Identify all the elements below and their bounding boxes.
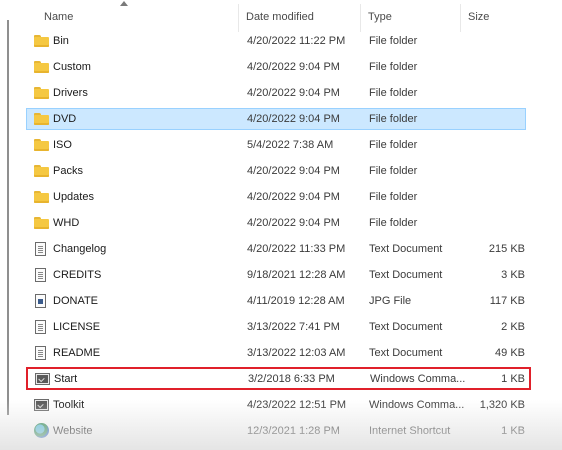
folder-icon: [34, 86, 49, 100]
folder-icon: [34, 216, 49, 230]
column-header-name[interactable]: Name: [44, 11, 73, 23]
file-row-updates[interactable]: Updates 4/20/2022 9:04 PM File folder: [26, 186, 526, 208]
file-type: File folder: [369, 113, 418, 125]
text-document-icon: [35, 242, 46, 256]
file-row-drivers[interactable]: Drivers 4/20/2022 9:04 PM File folder: [26, 82, 526, 104]
file-type: JPG File: [369, 295, 412, 307]
file-size: 1 KB: [501, 425, 525, 437]
file-name: ISO: [53, 139, 72, 151]
file-size: 2 KB: [501, 321, 525, 333]
file-name: Custom: [53, 61, 91, 73]
web-shortcut-icon: [34, 423, 49, 438]
file-row-iso[interactable]: ISO 5/4/2022 7:38 AM File folder: [26, 134, 526, 156]
column-header-type[interactable]: Type: [368, 11, 392, 23]
file-name: CREDITS: [53, 269, 102, 281]
file-type: Internet Shortcut: [369, 425, 451, 437]
file-type: File folder: [369, 191, 418, 203]
file-type: Text Document: [369, 269, 443, 281]
file-row-custom[interactable]: Custom 4/20/2022 9:04 PM File folder: [26, 56, 526, 78]
file-row-start[interactable]: Start 3/2/2018 6:33 PM Windows Comma... …: [26, 367, 531, 390]
file-row-website[interactable]: Website 12/3/2021 1:28 PM Internet Short…: [26, 420, 526, 442]
file-name: Updates: [53, 191, 94, 203]
file-date-modified: 4/20/2022 9:04 PM: [247, 191, 340, 203]
file-name: Website: [53, 425, 93, 437]
file-type: Text Document: [369, 321, 443, 333]
file-size: 1,320 KB: [479, 399, 525, 411]
sort-ascending-icon: [120, 1, 128, 6]
text-document-icon: [35, 320, 46, 334]
folder-icon: [34, 190, 49, 204]
file-type: File folder: [369, 165, 418, 177]
file-date-modified: 4/20/2022 9:04 PM: [247, 87, 340, 99]
file-name: WHD: [53, 217, 80, 229]
file-row-license[interactable]: LICENSE 3/13/2022 7:41 PM Text Document …: [26, 316, 526, 338]
file-size: 3 KB: [501, 269, 525, 281]
file-name: Packs: [53, 165, 83, 177]
file-date-modified: 3/13/2022 12:03 AM: [247, 347, 346, 359]
file-size: 1 KB: [501, 373, 525, 385]
file-name: LICENSE: [53, 321, 101, 333]
column-header-size[interactable]: Size: [468, 11, 489, 23]
file-date-modified: 4/20/2022 11:22 PM: [247, 35, 346, 47]
file-date-modified: 3/13/2022 7:41 PM: [247, 321, 340, 333]
file-row-credits[interactable]: CREDITS 9/18/2021 12:28 AM Text Document…: [26, 264, 526, 286]
file-size: 215 KB: [488, 243, 525, 255]
file-row-donate[interactable]: DONATE 4/11/2019 12:28 AM JPG File 117 K…: [26, 290, 526, 312]
file-name: README: [53, 347, 101, 359]
file-row-packs[interactable]: Packs 4/20/2022 9:04 PM File folder: [26, 160, 526, 182]
folder-icon: [34, 60, 49, 74]
command-script-icon: [34, 399, 49, 411]
file-size: 117 KB: [489, 295, 525, 307]
folder-icon: [34, 34, 49, 48]
file-size: 49 KB: [495, 347, 525, 359]
image-file-icon: [35, 294, 46, 308]
file-type: Text Document: [369, 347, 443, 359]
column-divider[interactable]: [238, 4, 239, 32]
file-name: Changelog: [53, 243, 107, 255]
file-row-readme[interactable]: README 3/13/2022 12:03 AM Text Document …: [26, 342, 526, 364]
file-row-toolkit[interactable]: Toolkit 4/23/2022 12:51 PM Windows Comma…: [26, 394, 526, 416]
column-header-date-modified[interactable]: Date modified: [246, 11, 314, 23]
column-header-bar: Name Date modified Type Size: [0, 0, 540, 34]
file-row-changelog[interactable]: Changelog 4/20/2022 11:33 PM Text Docume…: [26, 238, 526, 260]
file-date-modified: 3/2/2018 6:33 PM: [248, 373, 335, 385]
text-document-icon: [35, 268, 46, 282]
folder-icon: [34, 164, 49, 178]
file-name: DVD: [53, 113, 77, 125]
file-type: File folder: [369, 139, 418, 151]
folder-icon: [34, 138, 49, 152]
file-date-modified: 12/3/2021 1:28 PM: [247, 425, 340, 437]
column-divider[interactable]: [460, 4, 461, 32]
file-date-modified: 4/11/2019 12:28 AM: [247, 295, 345, 307]
column-divider[interactable]: [360, 4, 361, 32]
file-type: Windows Comma...: [369, 399, 465, 411]
file-date-modified: 9/18/2021 12:28 AM: [247, 269, 346, 281]
file-name: DONATE: [53, 295, 99, 307]
file-date-modified: 4/20/2022 9:04 PM: [247, 165, 340, 177]
file-type: File folder: [369, 87, 418, 99]
file-row-whd[interactable]: WHD 4/20/2022 9:04 PM File folder: [26, 212, 526, 234]
file-row-bin[interactable]: Bin 4/20/2022 11:22 PM File folder: [26, 30, 526, 52]
file-type: File folder: [369, 217, 418, 229]
file-type: File folder: [369, 35, 418, 47]
file-type: Windows Comma...: [370, 373, 466, 385]
folder-icon: [34, 112, 49, 126]
file-name: Drivers: [53, 87, 88, 99]
file-type: File folder: [369, 61, 418, 73]
command-script-icon: [35, 373, 50, 385]
file-type: Text Document: [369, 243, 443, 255]
file-name: Toolkit: [53, 399, 85, 411]
file-date-modified: 4/20/2022 9:04 PM: [247, 113, 340, 125]
file-date-modified: 4/20/2022 11:33 PM: [247, 243, 346, 255]
file-date-modified: 5/4/2022 7:38 AM: [247, 139, 334, 151]
file-date-modified: 4/23/2022 12:51 PM: [247, 399, 347, 411]
text-document-icon: [35, 346, 46, 360]
file-row-dvd[interactable]: DVD 4/20/2022 9:04 PM File folder: [26, 108, 526, 130]
file-date-modified: 4/20/2022 9:04 PM: [247, 61, 340, 73]
navigation-pane-edge: [7, 20, 9, 415]
file-date-modified: 4/20/2022 9:04 PM: [247, 217, 340, 229]
file-name: Bin: [53, 35, 69, 47]
file-name: Start: [54, 373, 78, 385]
